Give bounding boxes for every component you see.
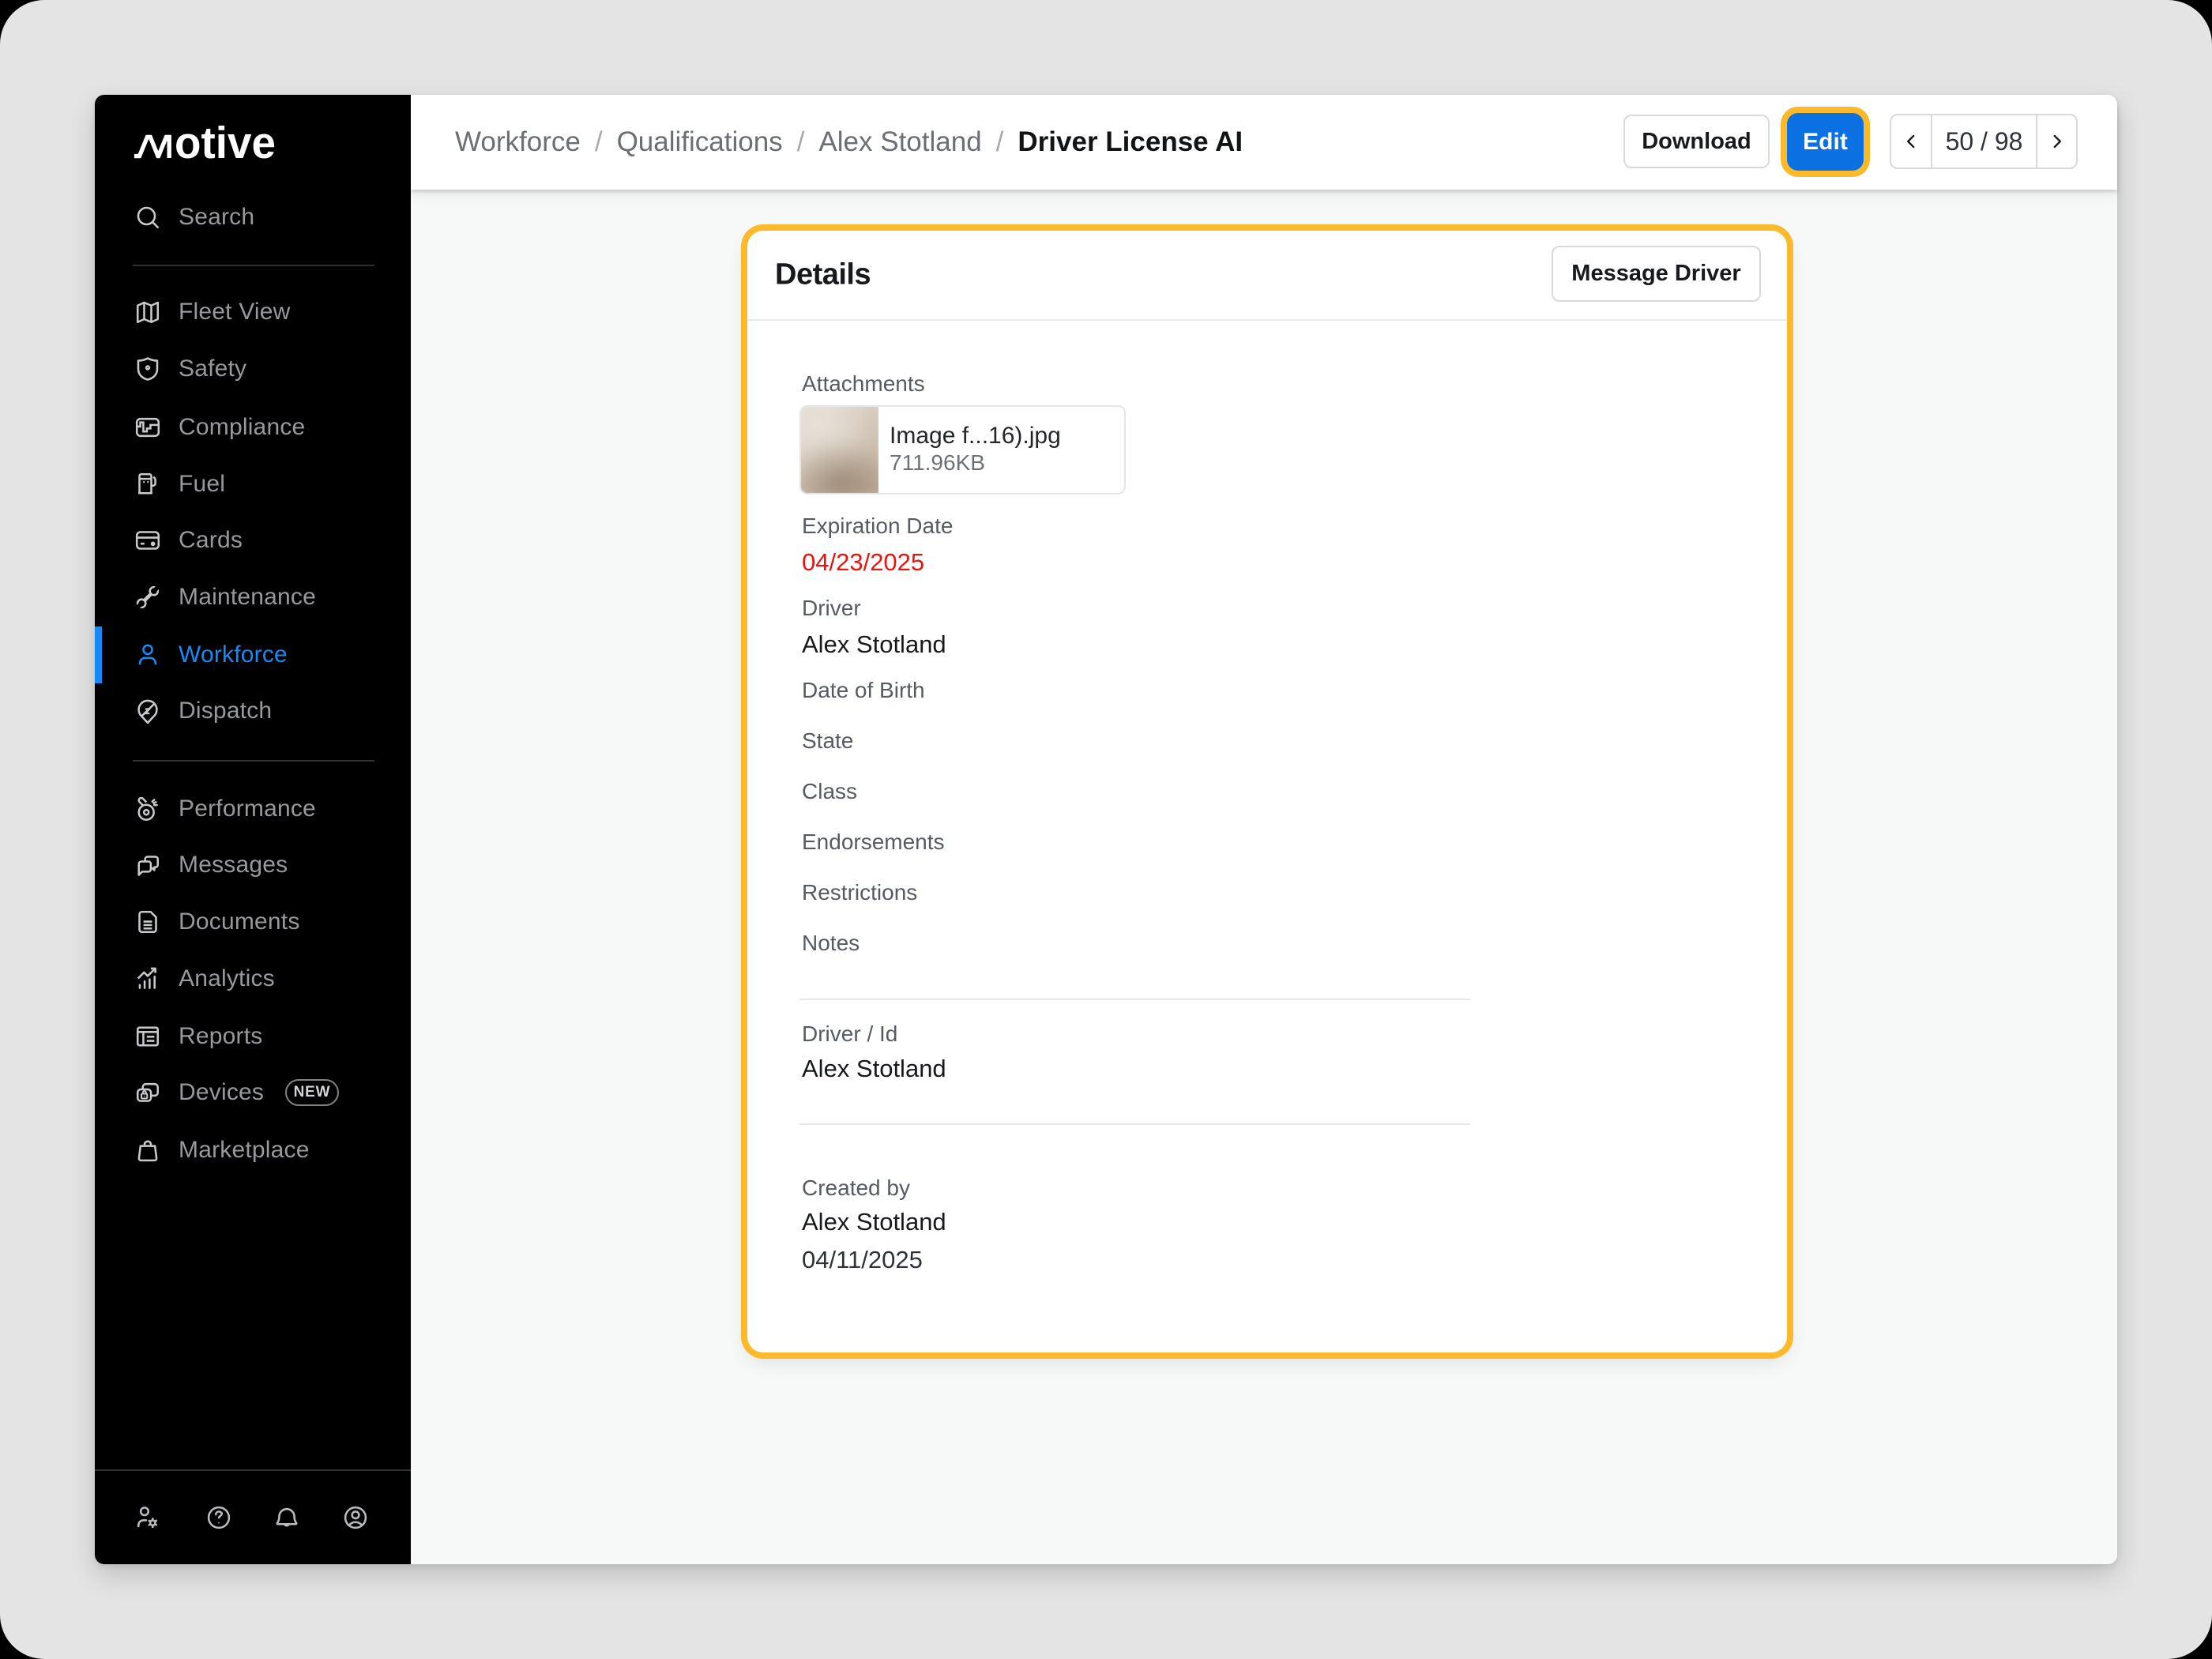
svg-text:otive: otive <box>175 123 276 160</box>
